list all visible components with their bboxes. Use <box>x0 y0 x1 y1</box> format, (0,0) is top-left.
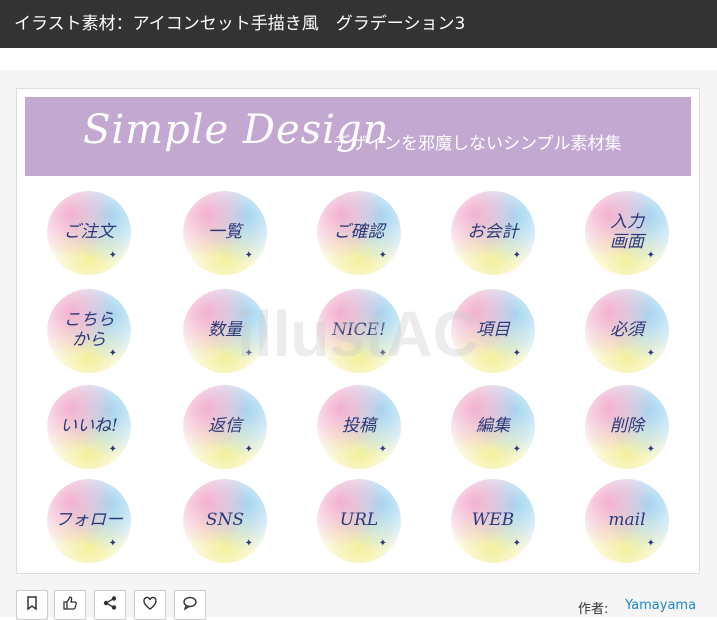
sparkle-icon: ✦ <box>646 444 655 455</box>
icon-badge-label: mail <box>608 510 646 531</box>
icon-badge: mail ✦ <box>585 479 669 563</box>
icon-badge-label: 投稿 <box>342 416 376 437</box>
thumbs-up-icon <box>62 595 78 615</box>
sparkle-icon: ✦ <box>244 250 253 261</box>
icon-badge-label: 必須 <box>610 320 644 341</box>
icon-badge: フォロー ✦ <box>47 479 131 563</box>
icon-badge: SNS ✦ <box>183 479 267 563</box>
sparkle-icon: ✦ <box>244 444 253 455</box>
illustration-preview[interactable]: Simple Design デザインを邪魔しないシンプル素材集 ご注文 ✦ 一覧 ✦ ご… <box>25 97 691 563</box>
sparkle-icon: ✦ <box>108 444 117 455</box>
page-title: イラスト素材：アイコンセット手描き風 グラデーション3 <box>0 0 717 48</box>
share-button[interactable] <box>94 590 126 620</box>
icon-badge-label: フォロー <box>55 510 123 531</box>
icon-badge-label: いいね! <box>60 416 118 437</box>
author-link[interactable]: Yamayama <box>625 598 696 613</box>
sparkle-icon: ✦ <box>646 538 655 549</box>
sparkle-icon: ✦ <box>646 250 655 261</box>
icon-badge-label: URL <box>339 510 379 531</box>
icon-badge: 投稿 ✦ <box>317 385 401 469</box>
bookmark-button[interactable] <box>16 590 48 620</box>
sparkle-icon: ✦ <box>512 250 521 261</box>
icon-badge-label: お会計 <box>467 222 519 243</box>
icon-badge: 返信 ✦ <box>183 385 267 469</box>
icon-badge-label: 項目 <box>476 320 510 341</box>
icon-badge: NICE! ✦ <box>317 289 401 373</box>
icon-badge: 削除 ✦ <box>585 385 669 469</box>
sparkle-icon: ✦ <box>646 348 655 359</box>
sparkle-icon: ✦ <box>512 538 521 549</box>
banner: Simple Design デザインを邪魔しないシンプル素材集 <box>25 97 691 176</box>
comment-icon <box>182 595 198 615</box>
icon-badge-label: SNS <box>205 510 245 531</box>
icon-badge-label: NICE! <box>332 320 386 341</box>
icon-badge: 編集 ✦ <box>451 385 535 469</box>
author-label: 作者: <box>578 602 609 617</box>
icon-badge: いいね! ✦ <box>47 385 131 469</box>
sparkle-icon: ✦ <box>512 444 521 455</box>
bookmark-icon <box>24 595 40 615</box>
sparkle-icon: ✦ <box>378 538 387 549</box>
illustration-card: Simple Design デザインを邪魔しないシンプル素材集 ご注文 ✦ 一覧 ✦ ご… <box>16 88 700 574</box>
share-icon <box>102 595 118 615</box>
sparkle-icon: ✦ <box>108 250 117 261</box>
sparkle-icon: ✦ <box>378 250 387 261</box>
icon-badge: URL ✦ <box>317 479 401 563</box>
sparkle-icon: ✦ <box>512 348 521 359</box>
comment-button[interactable] <box>174 590 206 620</box>
icon-badge: お会計 ✦ <box>451 191 535 275</box>
icon-badge-label: 返信 <box>208 416 242 437</box>
heart-icon <box>142 595 158 615</box>
sparkle-icon: ✦ <box>108 348 117 359</box>
icon-badge: 項目 ✦ <box>451 289 535 373</box>
icon-badge: 入力 画面 ✦ <box>585 191 669 275</box>
icon-badge: ご確認 ✦ <box>317 191 401 275</box>
like-button[interactable] <box>54 590 86 620</box>
icon-badge-label: WEB <box>471 510 515 531</box>
icon-badge: ご注文 ✦ <box>47 191 131 275</box>
icon-badge-label: ご確認 <box>333 222 385 243</box>
icon-badge: こちら から ✦ <box>47 289 131 373</box>
icon-badge: WEB ✦ <box>451 479 535 563</box>
banner-subtitle: デザインを邪魔しないシンプル素材集 <box>333 134 622 154</box>
icon-badge-label: ご注文 <box>63 222 115 243</box>
icon-badge-label: 一覧 <box>208 222 242 243</box>
sparkle-icon: ✦ <box>244 348 253 359</box>
sparkle-icon: ✦ <box>108 538 117 549</box>
icon-badge: 一覧 ✦ <box>183 191 267 275</box>
icon-badge: 数量 ✦ <box>183 289 267 373</box>
icon-badge-label: 編集 <box>476 416 510 437</box>
sparkle-icon: ✦ <box>244 538 253 549</box>
icon-grid: ご注文 ✦ 一覧 ✦ ご確認 ✦ お会計 ✦ 入力 画面 ✦ こちら から ✦ 数量 ✦ NICE! ✦ 項目 ✦… <box>25 185 691 563</box>
icon-badge: 必須 ✦ <box>585 289 669 373</box>
icon-badge-label: こちら から <box>63 310 115 350</box>
icon-badge-label: 入力 画面 <box>610 212 644 252</box>
icon-badge-label: 削除 <box>610 416 644 437</box>
sparkle-icon: ✦ <box>378 348 387 359</box>
favorite-button[interactable] <box>134 590 166 620</box>
icon-badge-label: 数量 <box>208 320 242 341</box>
spacer <box>0 48 717 70</box>
sparkle-icon: ✦ <box>378 444 387 455</box>
